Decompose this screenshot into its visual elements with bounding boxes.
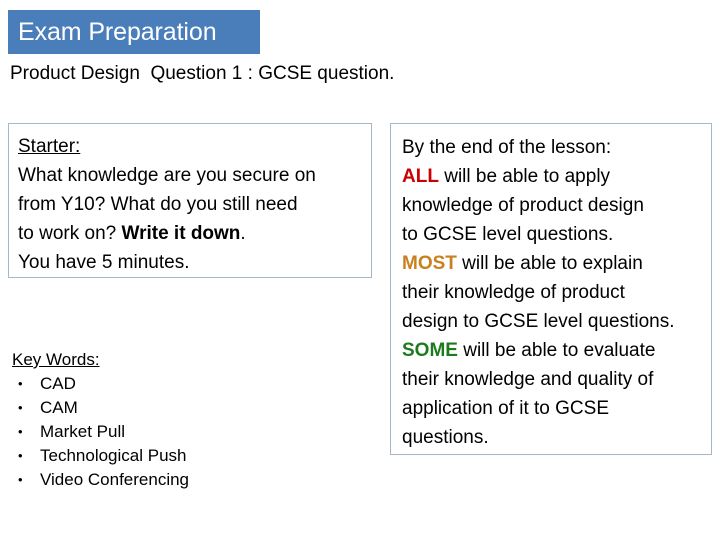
objective-all-line-2: knowledge of product design [402, 195, 644, 216]
objective-all-line-3: to GCSE level questions. [402, 224, 614, 245]
objective-all-text-1: will be able to apply [438, 166, 611, 187]
list-item: • CAD [12, 372, 342, 396]
list-item: • Video Conferencing [12, 468, 342, 492]
list-item: • Technological Push [12, 444, 342, 468]
objective-most-line-1: MOST will be able to explain [402, 249, 711, 278]
key-word-label: Market Pull [40, 422, 126, 441]
bullet-icon: • [18, 424, 23, 439]
objectives-textbox: By the end of the lesson: ALL will be ab… [390, 123, 712, 455]
starter-line-3-suffix: . [240, 223, 246, 244]
list-item: • CAM [12, 396, 342, 420]
bullet-icon: • [18, 448, 23, 463]
page-title: Exam Preparation [18, 17, 217, 46]
starter-textbox: Starter: What knowledge are you secure o… [8, 123, 372, 278]
key-words-block: Key Words: • CAD • CAM • Market Pull • Techn… [12, 348, 342, 492]
objective-some-line-1: SOME will be able to evaluate [402, 336, 711, 365]
starter-line-2: from Y10? What do you still need [18, 194, 298, 215]
key-word-label: CAD [40, 374, 76, 393]
objective-most-line-2: their knowledge of product [402, 282, 625, 303]
starter-line-3-bold: Write it down [121, 223, 241, 244]
objective-most-line-3: design to GCSE level questions. [402, 311, 675, 332]
objective-all-label: ALL [402, 166, 439, 187]
slide-title-banner: Exam Preparation [8, 10, 260, 54]
objective-all-line-1: ALL will be able to apply [402, 162, 711, 191]
slide-canvas: Exam Preparation Product Design Question… [0, 0, 720, 540]
objective-most-text-1: will be able to explain [456, 253, 643, 274]
starter-line-1: What knowledge are you secure on [18, 165, 316, 186]
objective-some-label: SOME [402, 340, 458, 361]
key-word-label: Video Conferencing [40, 470, 190, 489]
bullet-icon: • [18, 400, 23, 415]
list-item: • Market Pull [12, 420, 342, 444]
bullet-icon: • [18, 472, 23, 487]
starter-heading: Starter: [18, 132, 371, 161]
objective-some-line-4: questions. [402, 427, 489, 448]
objective-some-text-1: will be able to evaluate [457, 340, 656, 361]
key-words-list: • CAD • CAM • Market Pull • Technological Pu… [12, 372, 342, 492]
objective-some-line-3: application of it to GCSE [402, 398, 609, 419]
starter-line-4: You have 5 minutes. [18, 252, 190, 273]
starter-line-3: to work on? Write it down. [18, 219, 371, 248]
objectives-intro: By the end of the lesson: [402, 137, 612, 158]
objective-most-label: MOST [402, 253, 457, 274]
key-word-label: Technological Push [40, 446, 187, 465]
slide-subtitle: Product Design Question 1 : GCSE questio… [10, 63, 395, 84]
starter-heading-text: Starter: [18, 136, 81, 157]
key-word-label: CAM [40, 398, 78, 417]
key-words-heading: Key Words: [12, 350, 100, 369]
bullet-icon: • [18, 376, 23, 391]
objective-some-line-2: their knowledge and quality of [402, 369, 654, 390]
starter-line-3-prefix: to work on? [18, 223, 122, 244]
